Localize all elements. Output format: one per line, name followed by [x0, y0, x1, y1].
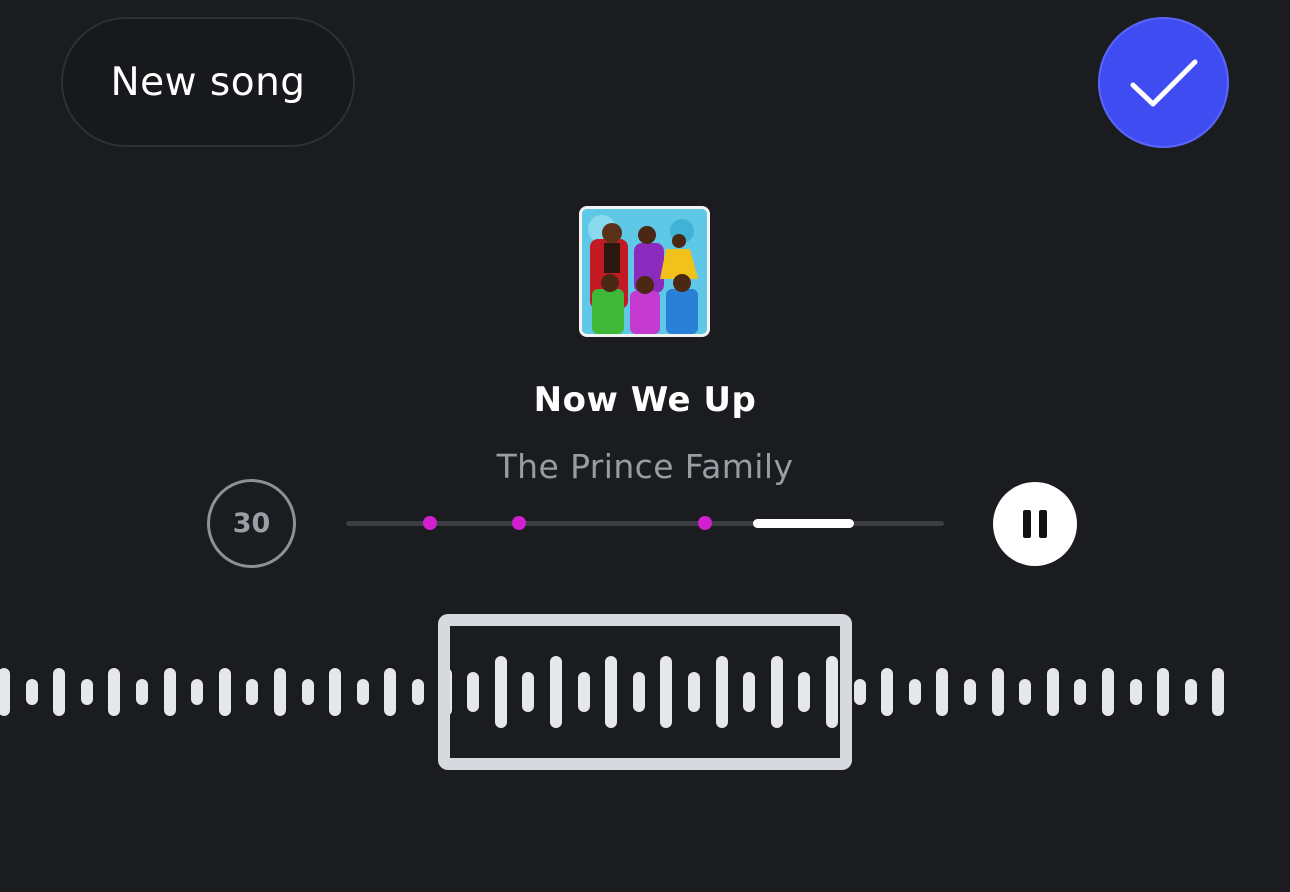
waveform-bar: [412, 679, 424, 705]
checkmark-icon: [1130, 59, 1197, 106]
waveform-bar: [191, 679, 204, 705]
confirm-button[interactable]: [1098, 17, 1229, 148]
track-marker: [697, 516, 712, 530]
waveform-bar: [0, 668, 10, 716]
waveform-bar: [246, 679, 259, 705]
playback-progress: [752, 519, 855, 528]
waveform-bar: [274, 668, 286, 716]
track-marker: [422, 516, 437, 530]
waveform-bar: [991, 668, 1004, 716]
waveform-bar: [1184, 679, 1197, 705]
waveform-bar: [853, 679, 866, 705]
waveform-bar: [136, 679, 148, 705]
artist-name: The Prince Family: [496, 447, 794, 486]
waveform-bar: [1074, 679, 1087, 705]
waveform-bar: [108, 668, 121, 716]
waveform-bar: [1019, 679, 1032, 705]
waveform-bar: [356, 679, 369, 705]
waveform-bar: [881, 668, 894, 716]
album-cover-art: [582, 209, 707, 334]
new-song-button[interactable]: New song: [61, 17, 355, 147]
song-clip-editor: New song Now We Up The Prince Family 30: [0, 0, 1290, 892]
waveform-bar: [80, 679, 93, 705]
waveform-bar: [1212, 668, 1225, 716]
waveform-bar: [53, 668, 66, 716]
waveform-bar: [25, 679, 38, 705]
song-title: Now We Up: [533, 380, 757, 420]
waveform-bar: [908, 679, 921, 705]
waveform-bar: [329, 668, 342, 716]
clip-selection-window[interactable]: [438, 614, 852, 770]
waveform-bar: [936, 668, 949, 716]
pause-icon: [1023, 510, 1047, 538]
clip-duration-badge[interactable]: 30: [207, 479, 296, 568]
waveform-bar: [1046, 668, 1059, 716]
waveform-bar: [1157, 668, 1170, 716]
waveform-bar: [1102, 668, 1114, 716]
waveform-bar: [163, 668, 176, 716]
waveform-bar: [964, 679, 976, 705]
track-marker: [512, 516, 527, 530]
pause-button[interactable]: [993, 482, 1077, 566]
waveform-bar: [301, 679, 314, 705]
waveform-bar: [218, 668, 231, 716]
waveform-bar: [1129, 679, 1142, 705]
album-cover: [579, 206, 710, 337]
waveform-bar: [384, 668, 397, 716]
